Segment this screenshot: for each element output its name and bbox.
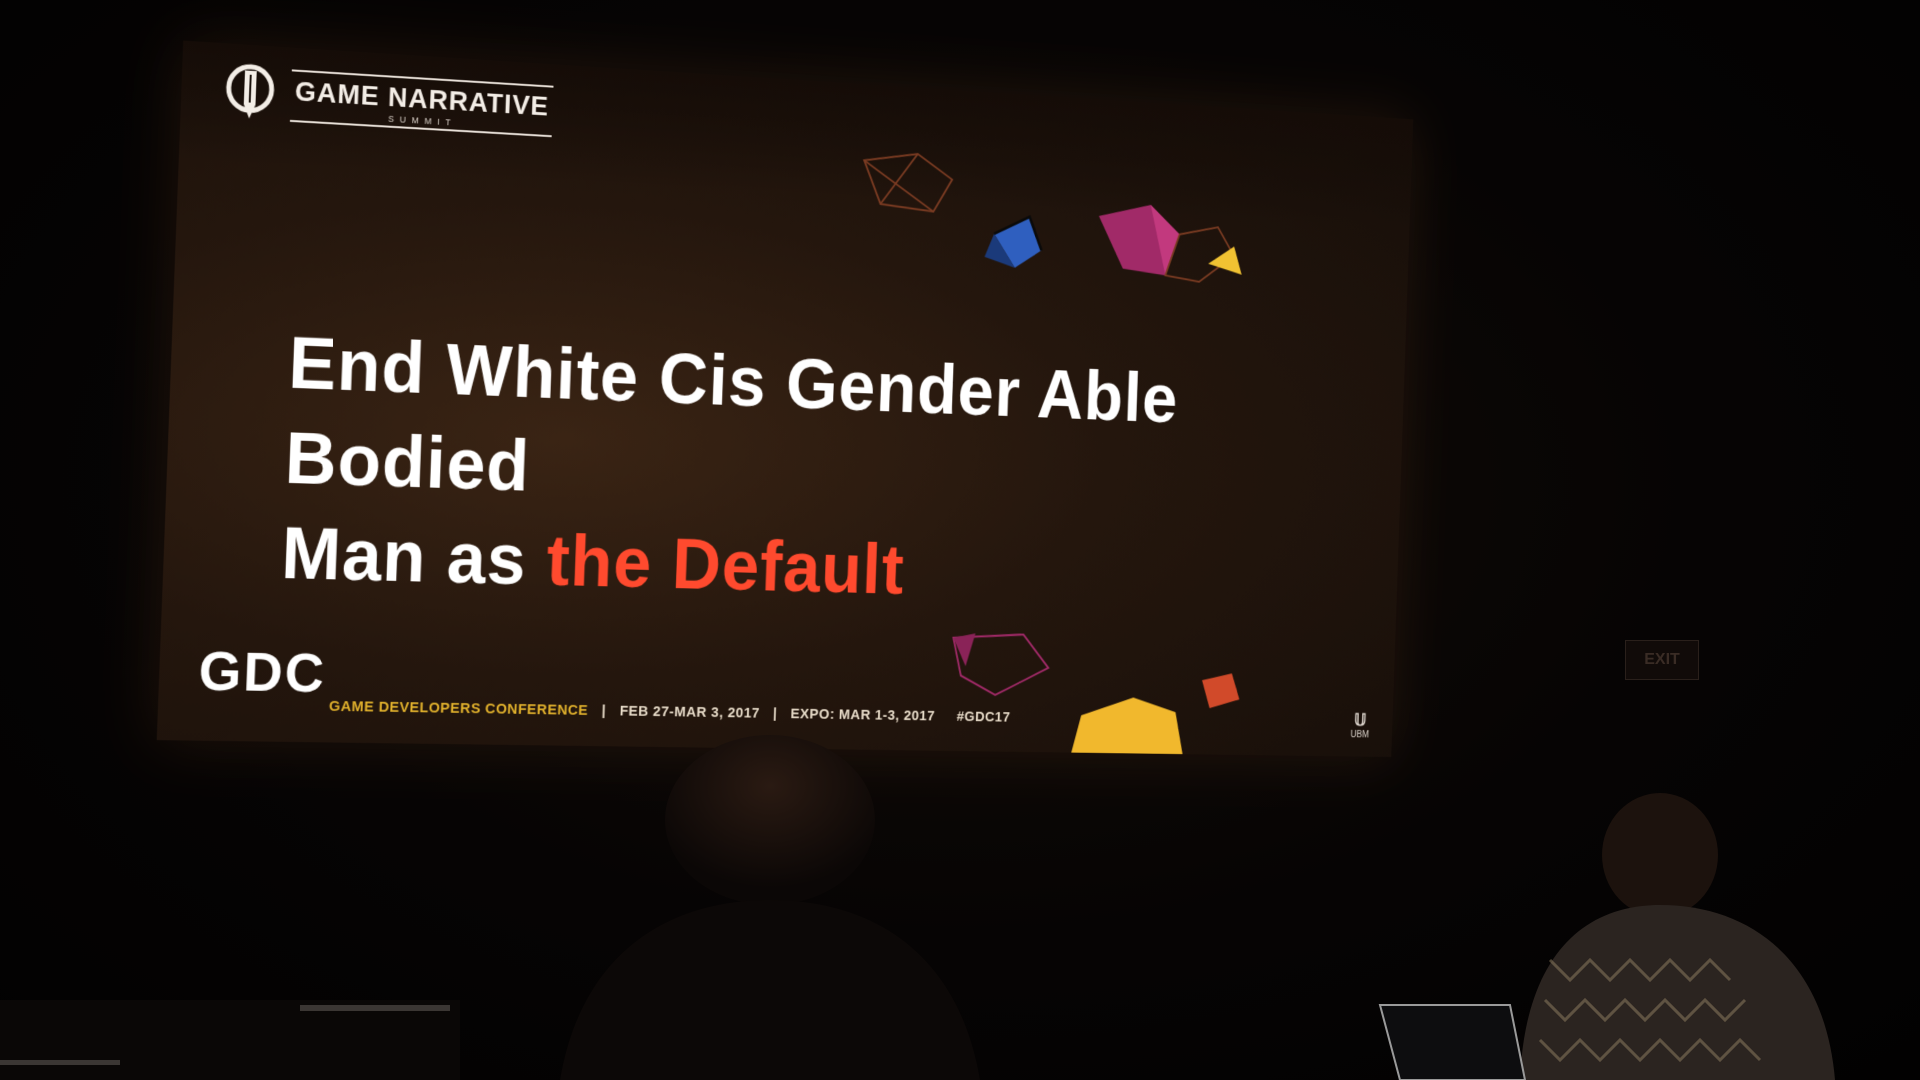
slide-headline: End White Cis Gender Able Bodied Man as … xyxy=(280,315,1347,626)
summit-title: GAME NARRATIVE xyxy=(294,75,550,121)
separator: | xyxy=(772,705,778,722)
hashtag: #GDC17 xyxy=(956,708,1011,726)
separator: | xyxy=(601,702,607,720)
ubm-label: UBM xyxy=(1350,729,1370,741)
presentation-room: GAME NARRATIVE SUMMIT End White Cis Gend… xyxy=(0,0,1920,1080)
laptop xyxy=(1378,1004,1527,1080)
gdc-logo: GDC xyxy=(197,638,328,704)
headline-line-1: End White Cis Gender Able Bodied xyxy=(283,321,1180,507)
conference-name: GAME DEVELOPERS CONFERENCE xyxy=(328,697,589,719)
headline-line-2: Man as xyxy=(279,511,549,601)
audience-member-right xyxy=(1520,793,1835,1080)
summit-subtitle: SUMMIT xyxy=(388,113,457,128)
slide-header-bar xyxy=(178,40,1414,229)
conference-info: GAME DEVELOPERS CONFERENCE | FEB 27-MAR … xyxy=(329,698,1011,726)
gem-blue xyxy=(984,215,1042,270)
projector-screen: GAME NARRATIVE SUMMIT End White Cis Gend… xyxy=(156,40,1414,757)
ubm-mark-icon: 𝕌 xyxy=(1353,710,1367,730)
conference-dates: FEB 27-MAR 3, 2017 xyxy=(619,702,761,722)
seat-rows xyxy=(0,1000,460,1080)
headline-accent: the Default xyxy=(545,519,906,610)
ubm-logo: 𝕌 UBM xyxy=(1350,710,1370,741)
expo-dates: EXPO: MAR 1-3, 2017 xyxy=(790,705,936,725)
slide-footer: GDC GAME DEVELOPERS CONFERENCE | FEB 27-… xyxy=(157,630,1395,757)
gem-yellow xyxy=(1207,245,1243,275)
audience-member-center xyxy=(560,735,980,1080)
exit-sign: EXIT xyxy=(1625,640,1699,680)
pen-nib-icon xyxy=(220,61,281,124)
